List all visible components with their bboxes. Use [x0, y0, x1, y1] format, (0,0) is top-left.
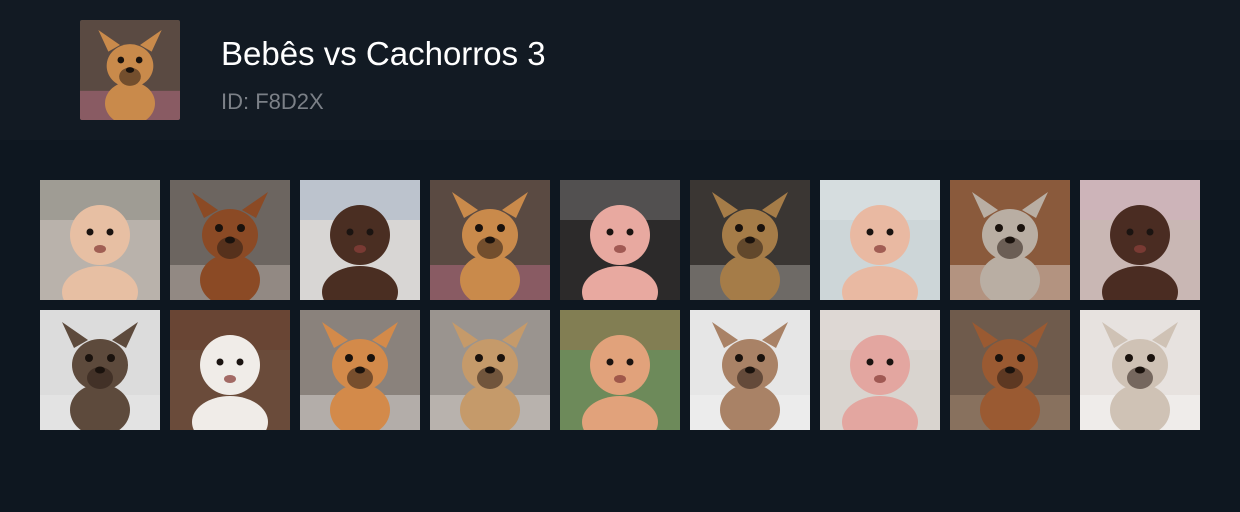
- corgi-icon: [300, 310, 420, 430]
- grid-tile[interactable]: [690, 310, 810, 430]
- quiz-header: Bebês vs Cachorros 3 ID: F8D2X: [0, 0, 1240, 140]
- quiz-title: Bebês vs Cachorros 3: [221, 35, 546, 72]
- grid-tile[interactable]: [1080, 180, 1200, 300]
- image-grid: [40, 180, 1200, 430]
- grid-tile[interactable]: [1080, 310, 1200, 430]
- baby-pouting-icon: [820, 180, 940, 300]
- chihuahua-icon: [40, 310, 160, 430]
- grid-tile[interactable]: [690, 180, 810, 300]
- chihuahua-handstand-icon: [430, 310, 550, 430]
- baby-bath-icon: [820, 310, 940, 430]
- baby-playroom-icon: [560, 310, 680, 430]
- grid-tile[interactable]: [820, 310, 940, 430]
- grid-tile[interactable]: [300, 180, 420, 300]
- baby-shirtless-icon: [40, 180, 160, 300]
- grid-tile[interactable]: [300, 310, 420, 430]
- grid-tile[interactable]: [950, 180, 1070, 300]
- grid-tile[interactable]: [40, 180, 160, 300]
- grid-tile[interactable]: [170, 310, 290, 430]
- grid-tile[interactable]: [40, 310, 160, 430]
- grid-tile[interactable]: [430, 180, 550, 300]
- dog-howling-icon: [80, 20, 180, 120]
- quiz-cover-image: [80, 20, 180, 120]
- dog-howling-icon: [430, 180, 550, 300]
- dachshund-icon: [170, 180, 290, 300]
- grid-tile[interactable]: [560, 310, 680, 430]
- baby-crying-icon: [300, 180, 420, 300]
- pitbull-icon: [950, 310, 1070, 430]
- grid-tile[interactable]: [950, 310, 1070, 430]
- puppy-in-bed-icon: [1080, 310, 1200, 430]
- grid-tile[interactable]: [170, 180, 290, 300]
- poodle-standing-icon: [690, 310, 810, 430]
- grid-tile[interactable]: [430, 310, 550, 430]
- baby-grumpy-icon: [560, 180, 680, 300]
- dog-sunglasses-icon: [950, 180, 1070, 300]
- grid-tile[interactable]: [820, 180, 940, 300]
- baby-side-eye-icon: [1080, 180, 1200, 300]
- dog-snarling-icon: [690, 180, 810, 300]
- grid-tile[interactable]: [560, 180, 680, 300]
- quiz-id: ID: F8D2X: [221, 89, 324, 114]
- baby-handstand-icon: [170, 310, 290, 430]
